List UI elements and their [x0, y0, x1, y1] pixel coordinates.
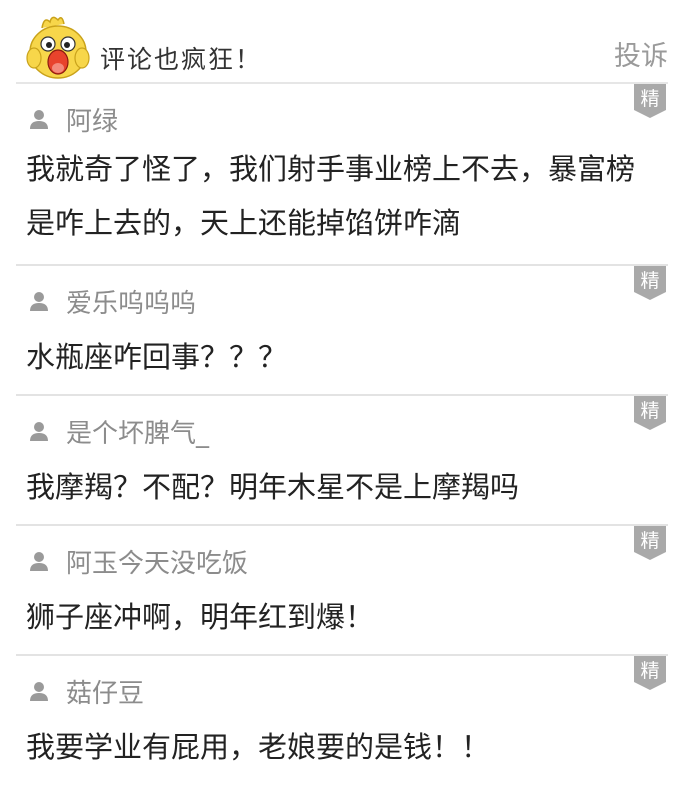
- comment-item: 精 是个坏脾气_ 我摩羯？不配？明年木星不是上摩羯吗: [16, 396, 668, 526]
- featured-badge: 精: [634, 396, 666, 430]
- report-button[interactable]: 投诉: [614, 34, 668, 73]
- comment-item: 精 阿玉今天没吃饭 狮子座冲啊，明年红到爆！: [16, 526, 668, 656]
- user-icon: [30, 422, 48, 441]
- comment-text: 我就奇了怪了，我们射手事业榜上不去，暴富榜是咋上去的，天上还能掉馅饼咋滴: [26, 152, 636, 240]
- user-icon: [30, 682, 48, 701]
- comment-author[interactable]: 阿绿: [28, 102, 119, 137]
- username: 阿玉今天没吃饭: [66, 548, 249, 579]
- username: 爱乐呜呜呜: [66, 288, 197, 319]
- username: 菇仔豆: [66, 678, 145, 709]
- user-icon: [30, 552, 48, 571]
- comment-item: 精 阿绿 我就奇了怪了，我们射手事业榜上不去，暴富榜是咋上去的，天上还能掉馅饼咋…: [16, 84, 668, 266]
- comment-text: 水瓶座咋回事？？？: [26, 340, 288, 374]
- username: 是个坏脾气_: [66, 418, 210, 449]
- featured-badge: 精: [634, 526, 666, 560]
- featured-badge: 精: [634, 84, 666, 118]
- comment-author[interactable]: 菇仔豆: [28, 674, 145, 709]
- comment-text: 狮子座冲啊，明年红到爆！: [26, 600, 375, 634]
- mascot-icon: [22, 14, 94, 84]
- user-icon: [30, 110, 48, 129]
- comment-item: 精 菇仔豆 我要学业有屁用，老娘要的是钱！！: [16, 656, 668, 786]
- comment-list: 精 阿绿 我就奇了怪了，我们射手事业榜上不去，暴富榜是咋上去的，天上还能掉馅饼咋…: [0, 84, 684, 786]
- comment-author[interactable]: 爱乐呜呜呜: [28, 284, 197, 319]
- header: 评论也疯狂！ 投诉: [0, 0, 684, 84]
- featured-badge: 精: [634, 656, 666, 690]
- page-title: 评论也疯狂！: [100, 45, 263, 74]
- featured-badge: 精: [634, 266, 666, 300]
- comment-text: 我要学业有屁用，老娘要的是钱！！: [26, 730, 491, 764]
- comment-item: 精 爱乐呜呜呜 水瓶座咋回事？？？: [16, 266, 668, 396]
- user-icon: [30, 292, 48, 311]
- username: 阿绿: [66, 106, 119, 137]
- comment-author[interactable]: 是个坏脾气_: [28, 414, 210, 449]
- comment-author[interactable]: 阿玉今天没吃饭: [28, 544, 249, 579]
- comment-text: 我摩羯？不配？明年木星不是上摩羯吗: [26, 470, 520, 504]
